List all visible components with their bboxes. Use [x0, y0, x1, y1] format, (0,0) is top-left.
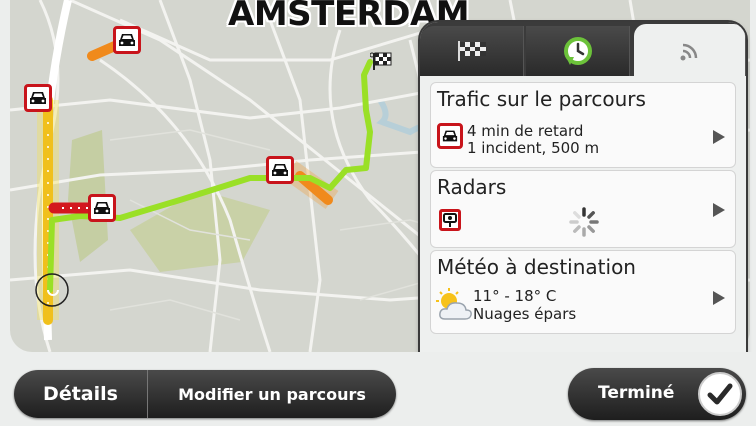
bottom-button-group: Détails Modifier un parcours	[14, 370, 396, 418]
signal-waves-icon	[680, 43, 697, 61]
bottom-bar: Détails Modifier un parcours Terminé	[0, 352, 756, 426]
tab-traffic-info[interactable]	[634, 24, 746, 78]
traffic-jam-icon[interactable]	[88, 194, 116, 222]
modify-route-button[interactable]: Modifier un parcours	[148, 370, 396, 418]
weather-temperature: 11° - 18° C	[473, 287, 557, 305]
chevron-right-icon	[713, 203, 725, 217]
chevron-right-icon	[713, 130, 725, 144]
weather-condition: Nuages épars	[473, 305, 577, 323]
checkered-flag-icon	[370, 52, 392, 70]
radars-title: Radars	[437, 175, 507, 199]
traffic-delay: 4 min de retard	[467, 122, 584, 140]
tab-destination[interactable]	[420, 26, 524, 76]
clock-arrow-icon	[563, 37, 592, 65]
traffic-title: Trafic sur le parcours	[437, 87, 646, 111]
tab-time[interactable]	[526, 26, 630, 76]
done-label: Terminé	[598, 383, 675, 403]
radars-card[interactable]: Radars	[430, 170, 736, 248]
weather-card[interactable]: Météo à destination 11° - 18° C Nuages é…	[430, 250, 736, 334]
traffic-jam-icon[interactable]	[266, 156, 294, 184]
partly-cloudy-icon	[436, 288, 472, 320]
details-button[interactable]: Détails	[14, 370, 148, 418]
car-icon	[272, 164, 288, 176]
car-icon	[442, 130, 458, 142]
speed-camera-icon	[439, 209, 461, 231]
weather-title: Météo à destination	[437, 255, 636, 279]
camera-icon	[443, 213, 457, 227]
panel-tabs	[420, 22, 746, 78]
traffic-jam-icon[interactable]	[113, 26, 141, 54]
traffic-jam-icon[interactable]	[24, 84, 52, 112]
checkered-flag-icon	[457, 41, 486, 61]
car-icon	[30, 92, 46, 104]
screen: AMSTERDAM Trafic sur le parcours 4 min d…	[0, 0, 756, 426]
loading-spinner-icon	[569, 207, 599, 237]
car-icon	[94, 202, 110, 214]
traffic-jam-icon	[437, 123, 463, 149]
checkmark-icon	[698, 372, 742, 416]
traffic-card[interactable]: Trafic sur le parcours 4 min de retard 1…	[430, 82, 736, 168]
route-info-panel: Trafic sur le parcours 4 min de retard 1…	[420, 22, 746, 394]
done-button[interactable]: Terminé	[568, 368, 746, 420]
chevron-right-icon	[713, 291, 725, 305]
traffic-incidents: 1 incident, 500 m	[467, 139, 600, 157]
car-icon	[119, 34, 135, 46]
panel-body: Trafic sur le parcours 4 min de retard 1…	[420, 76, 746, 394]
